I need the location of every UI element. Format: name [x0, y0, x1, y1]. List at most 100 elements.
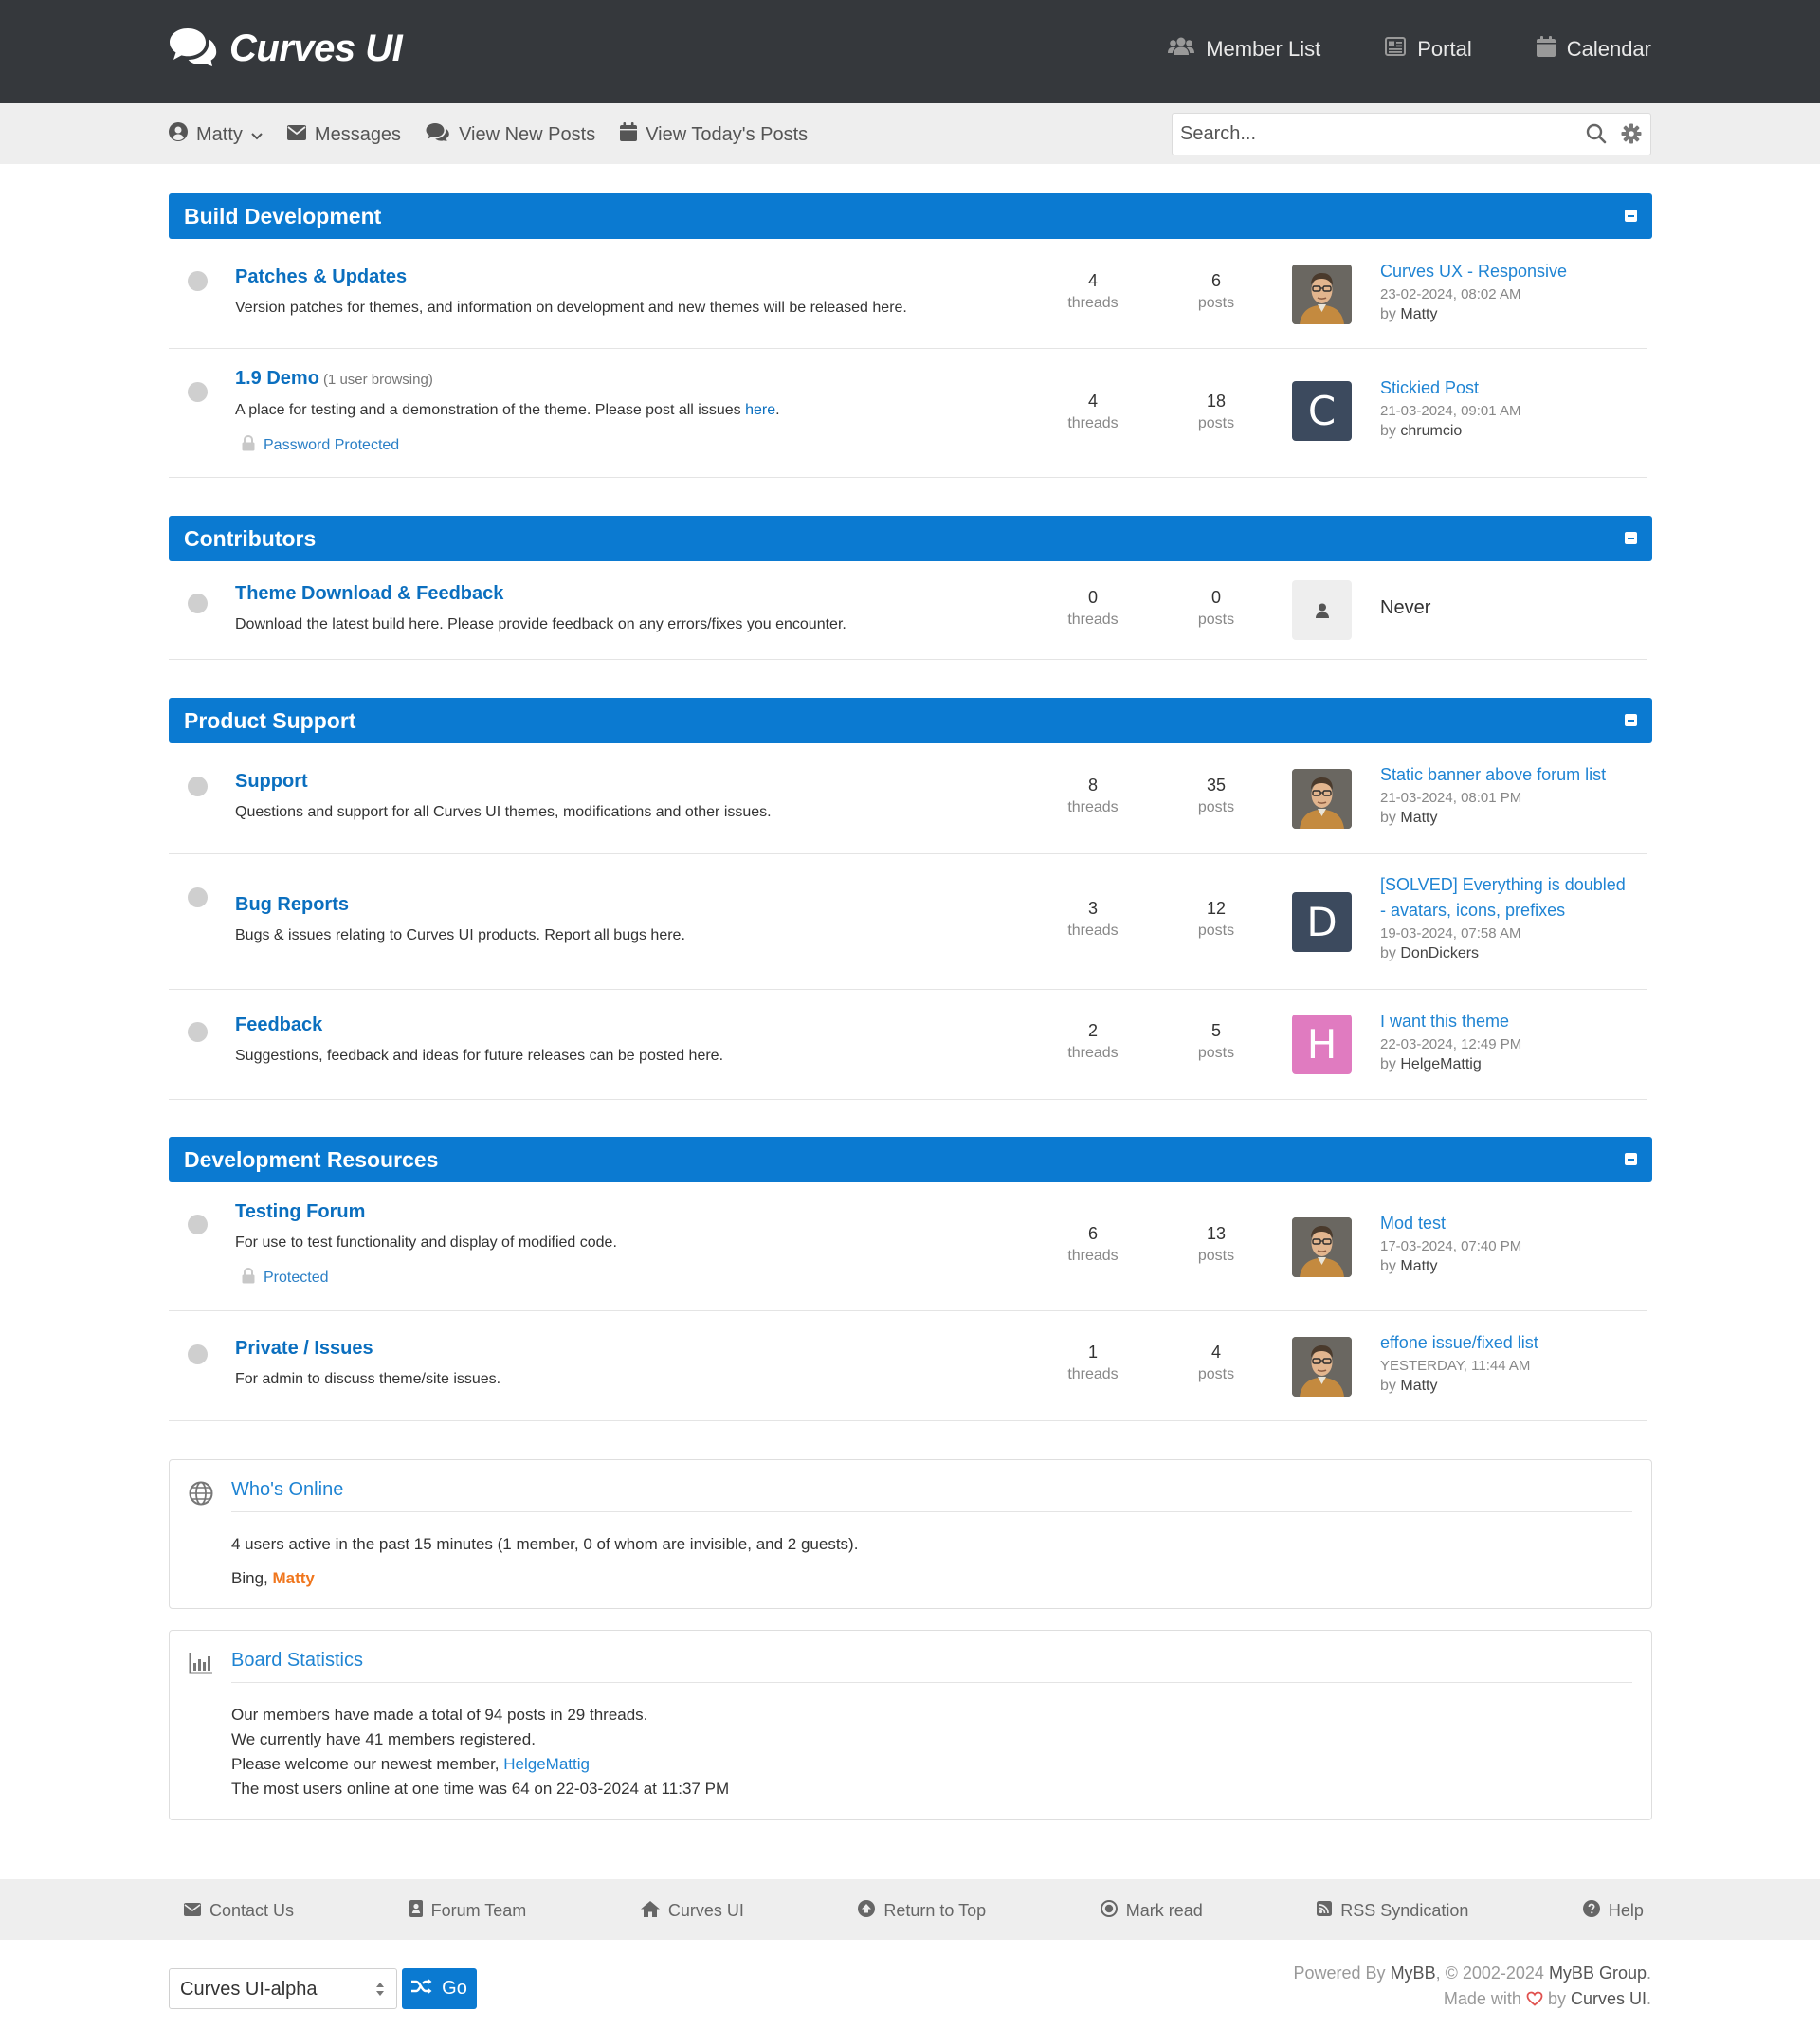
nav-member-list[interactable]: Member List	[1168, 36, 1320, 63]
forum-description: Questions and support for all Curves UI …	[235, 804, 772, 820]
calendar-icon	[620, 122, 638, 147]
category-title[interactable]: Build Development	[184, 204, 381, 229]
threads-count: 8 threads	[1067, 776, 1119, 815]
search-icon[interactable]	[1586, 123, 1607, 149]
nav-member-list-label: Member List	[1206, 37, 1321, 61]
avatar[interactable]: D	[1292, 892, 1352, 952]
last-post-link[interactable]: I want this theme	[1380, 1009, 1647, 1034]
question-circle-icon	[1582, 1900, 1600, 1922]
forum-description: For admin to discuss theme/site issues.	[235, 1371, 501, 1387]
mybb-link[interactable]: MyBB	[1391, 1964, 1436, 1983]
category-title[interactable]: Product Support	[184, 708, 355, 734]
gear-icon[interactable]	[1621, 123, 1642, 149]
forum-status-icon	[188, 382, 208, 402]
threads-count: 6 threads	[1067, 1224, 1119, 1264]
theme-selector[interactable]: Curves UI-alpha	[169, 1968, 397, 2009]
footer-forum-team[interactable]: Forum Team	[408, 1900, 526, 1922]
user-menu[interactable]: Matty	[169, 122, 263, 147]
threads-count: 1 threads	[1067, 1343, 1119, 1382]
nav-view-todays-posts[interactable]: View Today's Posts	[620, 122, 808, 147]
last-post-link[interactable]: [SOLVED] Everything is doubled - avatars,…	[1380, 872, 1647, 923]
top-navigation: Member List Portal Calendar	[1168, 36, 1651, 63]
last-post-never: Never	[1380, 597, 1431, 618]
forum-title[interactable]: Support	[235, 771, 308, 793]
last-post-date: 23-02-2024, 08:02 AM	[1380, 286, 1521, 302]
forum-title[interactable]: Patches & Updates	[235, 266, 407, 288]
search-input[interactable]	[1180, 114, 1559, 155]
nav-portal-label: Portal	[1417, 37, 1472, 61]
avatar[interactable]: H	[1292, 1014, 1352, 1074]
footer-mark-read[interactable]: Mark read	[1100, 1900, 1203, 1922]
last-post-date: 21-03-2024, 09:01 AM	[1380, 403, 1521, 419]
issues-link[interactable]: here	[745, 402, 775, 418]
collapse-icon[interactable]	[1625, 1153, 1637, 1165]
footer-navigation: Contact Us Forum Team Curves UI Return t…	[184, 1900, 1644, 1922]
category-title[interactable]: Contributors	[184, 526, 316, 552]
avatar[interactable]	[1292, 769, 1352, 829]
select-arrows-icon	[375, 1981, 385, 2002]
site-logo[interactable]: Curves UI	[169, 27, 403, 71]
last-post-author-link[interactable]: Matty	[1400, 1258, 1437, 1274]
threads-count: 3 threads	[1067, 899, 1119, 939]
last-post-author: by HelgeMattig	[1380, 1056, 1482, 1072]
password-protected-badge[interactable]: Password Protected	[241, 434, 399, 456]
go-button[interactable]: Go	[402, 1968, 477, 2009]
forum-description: For use to test functionality and displa…	[235, 1234, 617, 1251]
avatar[interactable]: C	[1292, 381, 1352, 441]
last-post-link[interactable]: Mod test	[1380, 1211, 1647, 1236]
category-title[interactable]: Development Resources	[184, 1147, 438, 1173]
last-post-link[interactable]: effone issue/fixed list	[1380, 1330, 1647, 1356]
footer-return-to-top[interactable]: Return to Top	[858, 1900, 986, 1922]
footer-curves-ui[interactable]: Curves UI	[640, 1900, 744, 1922]
last-post-author-link[interactable]: Matty	[1400, 306, 1437, 322]
last-post-author-link[interactable]: DonDickers	[1400, 945, 1479, 961]
last-post-author-link[interactable]: HelgeMattig	[1400, 1056, 1481, 1072]
forum-title[interactable]: Bug Reports	[235, 894, 349, 916]
posts-count: 6 posts	[1197, 271, 1235, 311]
forum-title[interactable]: Feedback	[235, 1014, 322, 1036]
nav-calendar[interactable]: Calendar	[1536, 36, 1651, 63]
online-member-link[interactable]: Matty	[272, 1569, 314, 1587]
forum-title[interactable]: Theme Download & Feedback	[235, 583, 503, 605]
avatar[interactable]	[1292, 1337, 1352, 1397]
heart-icon	[1526, 1989, 1543, 2008]
board-statistics-title[interactable]: Board Statistics	[231, 1650, 363, 1672]
top-header: Curves UI Member List Portal Calendar	[0, 0, 1820, 103]
user-navigation: Matty Messages View New Posts View Today…	[169, 122, 808, 147]
default-avatar	[1292, 580, 1352, 640]
footer-contact-us[interactable]: Contact Us	[184, 1900, 294, 1922]
last-post-author-link[interactable]: Matty	[1400, 810, 1437, 826]
protected-badge[interactable]: Protected	[241, 1267, 328, 1289]
theme-selected-value: Curves UI-alpha	[180, 1979, 318, 2000]
nav-messages[interactable]: Messages	[286, 124, 401, 146]
forum-title-link[interactable]: 1.9 Demo	[235, 368, 319, 389]
posts-count: 0 posts	[1197, 588, 1235, 628]
avatar[interactable]	[1292, 265, 1352, 324]
last-post-author-link[interactable]: Matty	[1400, 1378, 1437, 1394]
collapse-icon[interactable]	[1625, 532, 1637, 544]
comments-icon	[426, 122, 450, 147]
collapse-icon[interactable]	[1625, 210, 1637, 222]
last-post-link[interactable]: Curves UX - Responsive	[1380, 259, 1647, 284]
posts-count: 35 posts	[1197, 776, 1235, 815]
last-post-author-link[interactable]: chrumcio	[1400, 423, 1462, 439]
nav-view-new-posts[interactable]: View New Posts	[426, 122, 595, 147]
forum-title[interactable]: Private / Issues	[235, 1338, 373, 1360]
forum-title[interactable]: Testing Forum	[235, 1201, 365, 1223]
nav-portal[interactable]: Portal	[1385, 36, 1472, 63]
collapse-icon[interactable]	[1625, 714, 1637, 726]
online-users-list: Bing, Matty	[231, 1569, 315, 1587]
forum-description: Suggestions, feedback and ideas for futu…	[235, 1048, 724, 1064]
forum-status-icon	[188, 887, 208, 907]
newest-member-link[interactable]: HelgeMattig	[503, 1755, 590, 1773]
footer-bar: Contact Us Forum Team Curves UI Return t…	[0, 1879, 1820, 1940]
last-post-link[interactable]: Stickied Post	[1380, 375, 1647, 401]
curves-ui-link[interactable]: Curves UI	[1571, 1989, 1647, 2008]
forum-status-icon	[188, 271, 208, 291]
footer-rss-syndication[interactable]: RSS Syndication	[1317, 1900, 1468, 1922]
mybb-group-link[interactable]: MyBB Group	[1549, 1964, 1647, 1983]
last-post-link[interactable]: Static banner above forum list	[1380, 762, 1647, 788]
avatar[interactable]	[1292, 1217, 1352, 1277]
whos-online-title[interactable]: Who's Online	[231, 1479, 343, 1501]
footer-help[interactable]: Help	[1582, 1900, 1644, 1922]
